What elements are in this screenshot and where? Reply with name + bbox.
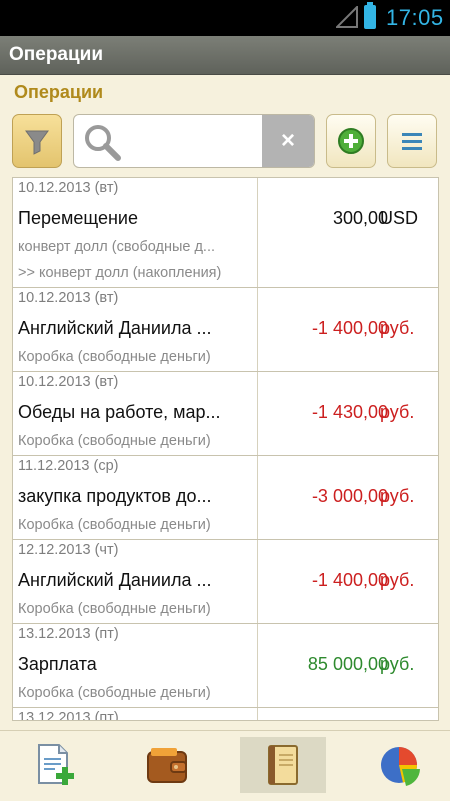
operation-account: Коробка (свободные деньги) bbox=[18, 517, 211, 533]
add-operation-button[interactable] bbox=[326, 114, 376, 168]
nav-operations[interactable] bbox=[240, 737, 326, 793]
operation-name: Перемещение bbox=[18, 208, 138, 228]
page-title: Операции bbox=[14, 82, 104, 102]
operation-name: Английский Даниила ... bbox=[18, 318, 212, 338]
operation-date: 13.12.2013 (пт) bbox=[18, 710, 119, 721]
battery-icon bbox=[364, 2, 376, 29]
operation-date: 10.12.2013 (вт) bbox=[18, 374, 119, 390]
operation-currency: руб. bbox=[380, 570, 415, 590]
operation-row[interactable]: 13.12.2013 (пт) Зарплата Коробка (свобод… bbox=[13, 624, 438, 708]
operation-date: 11.12.2013 (ср) bbox=[18, 458, 119, 474]
operation-name: Обеды на работе, мар... bbox=[18, 402, 221, 422]
operation-amount: 85 000,00 bbox=[307, 654, 388, 674]
action-bar-title: Операции bbox=[9, 44, 104, 65]
nav-new-operation[interactable] bbox=[12, 737, 98, 793]
operation-currency: руб. bbox=[380, 402, 415, 422]
operation-target-account: >> конверт долл (накопления) bbox=[18, 265, 222, 281]
operation-row[interactable]: 10.12.2013 (вт) Обеды на работе, мар... … bbox=[13, 372, 438, 456]
nav-accounts[interactable] bbox=[124, 737, 210, 793]
search-box: × bbox=[73, 114, 315, 168]
operation-currency: руб. bbox=[380, 318, 415, 338]
operation-account: конверт долл (свободные д... bbox=[18, 239, 216, 255]
operation-account: Коробка (свободные деньги) bbox=[18, 349, 211, 365]
operation-account: Коробка (свободные деньги) bbox=[18, 685, 211, 701]
operation-amount: -1 400,00 bbox=[311, 570, 388, 590]
operation-row[interactable]: 13.12.2013 (пт) bbox=[13, 708, 438, 721]
search-input[interactable] bbox=[128, 121, 262, 163]
operation-date: 12.12.2013 (чт) bbox=[18, 542, 119, 558]
operation-account: Коробка (свободные деньги) bbox=[18, 433, 211, 449]
status-time: 17:05 bbox=[386, 5, 444, 30]
operation-row[interactable]: 12.12.2013 (чт) Английский Даниила ... К… bbox=[13, 540, 438, 624]
operation-name: Зарплата bbox=[18, 654, 97, 674]
operation-currency: USD bbox=[380, 208, 419, 228]
operation-date: 13.12.2013 (пт) bbox=[18, 626, 119, 642]
wallet-icon bbox=[147, 748, 187, 783]
clear-search-button[interactable]: × bbox=[262, 115, 314, 167]
operation-date: 10.12.2013 (вт) bbox=[18, 290, 119, 306]
action-bar: Операции bbox=[0, 36, 450, 75]
operation-account: Коробка (свободные деньги) bbox=[18, 601, 211, 617]
operation-name: Английский Даниила ... bbox=[18, 570, 212, 590]
operation-amount: -1 400,00 bbox=[311, 318, 388, 338]
pie-chart-icon bbox=[381, 747, 420, 786]
operation-amount: -1 430,00 bbox=[311, 402, 388, 422]
journal-icon bbox=[268, 745, 298, 785]
nav-reports[interactable] bbox=[356, 737, 442, 793]
filter-button[interactable] bbox=[12, 114, 62, 168]
bottom-navigation bbox=[0, 730, 450, 801]
operation-currency: руб. bbox=[380, 654, 415, 674]
add-icon bbox=[338, 128, 364, 154]
menu-button[interactable] bbox=[387, 114, 437, 168]
operation-row[interactable]: 11.12.2013 (ср) закупка продуктов до... … bbox=[13, 456, 438, 540]
operation-row[interactable]: 10.12.2013 (вт) Перемещение конверт долл… bbox=[13, 178, 438, 288]
operation-currency: руб. bbox=[380, 486, 415, 506]
menu-icon bbox=[402, 133, 422, 150]
search-icon bbox=[85, 125, 121, 161]
status-bar: 17:05 bbox=[0, 0, 450, 36]
filter-icon bbox=[25, 130, 49, 155]
signal-icon bbox=[336, 6, 358, 28]
new-document-icon bbox=[38, 744, 74, 785]
operations-list: 10.12.2013 (вт) Перемещение конверт долл… bbox=[12, 177, 439, 721]
operation-row[interactable]: 10.12.2013 (вт) Английский Даниила ... К… bbox=[13, 288, 438, 372]
operation-date: 10.12.2013 (вт) bbox=[18, 180, 119, 196]
operation-name: закупка продуктов до... bbox=[18, 486, 212, 506]
operation-amount: -3 000,00 bbox=[311, 486, 388, 506]
close-icon: × bbox=[280, 127, 295, 154]
